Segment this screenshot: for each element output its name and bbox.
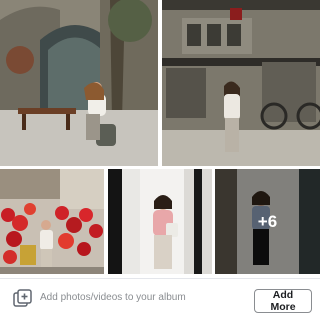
more-photos-count: +6 — [215, 169, 320, 274]
add-photos-bar: Add photos/videos to your album Add More — [0, 278, 320, 320]
photo-tile[interactable] — [0, 0, 158, 166]
photo-image — [0, 169, 104, 274]
photo-image — [0, 0, 158, 166]
photo-image — [162, 0, 320, 166]
photo-tile[interactable] — [108, 169, 212, 274]
add-more-button[interactable]: Add More — [254, 289, 312, 313]
add-photos-prompt[interactable]: Add photos/videos to your album — [40, 292, 186, 303]
photo-grid: +6 — [0, 0, 320, 278]
add-photo-icon[interactable] — [12, 289, 32, 309]
photo-tile[interactable] — [0, 169, 104, 274]
photo-tile[interactable] — [162, 0, 320, 166]
photo-image — [108, 169, 212, 274]
photo-tile-more[interactable]: +6 — [215, 169, 320, 274]
